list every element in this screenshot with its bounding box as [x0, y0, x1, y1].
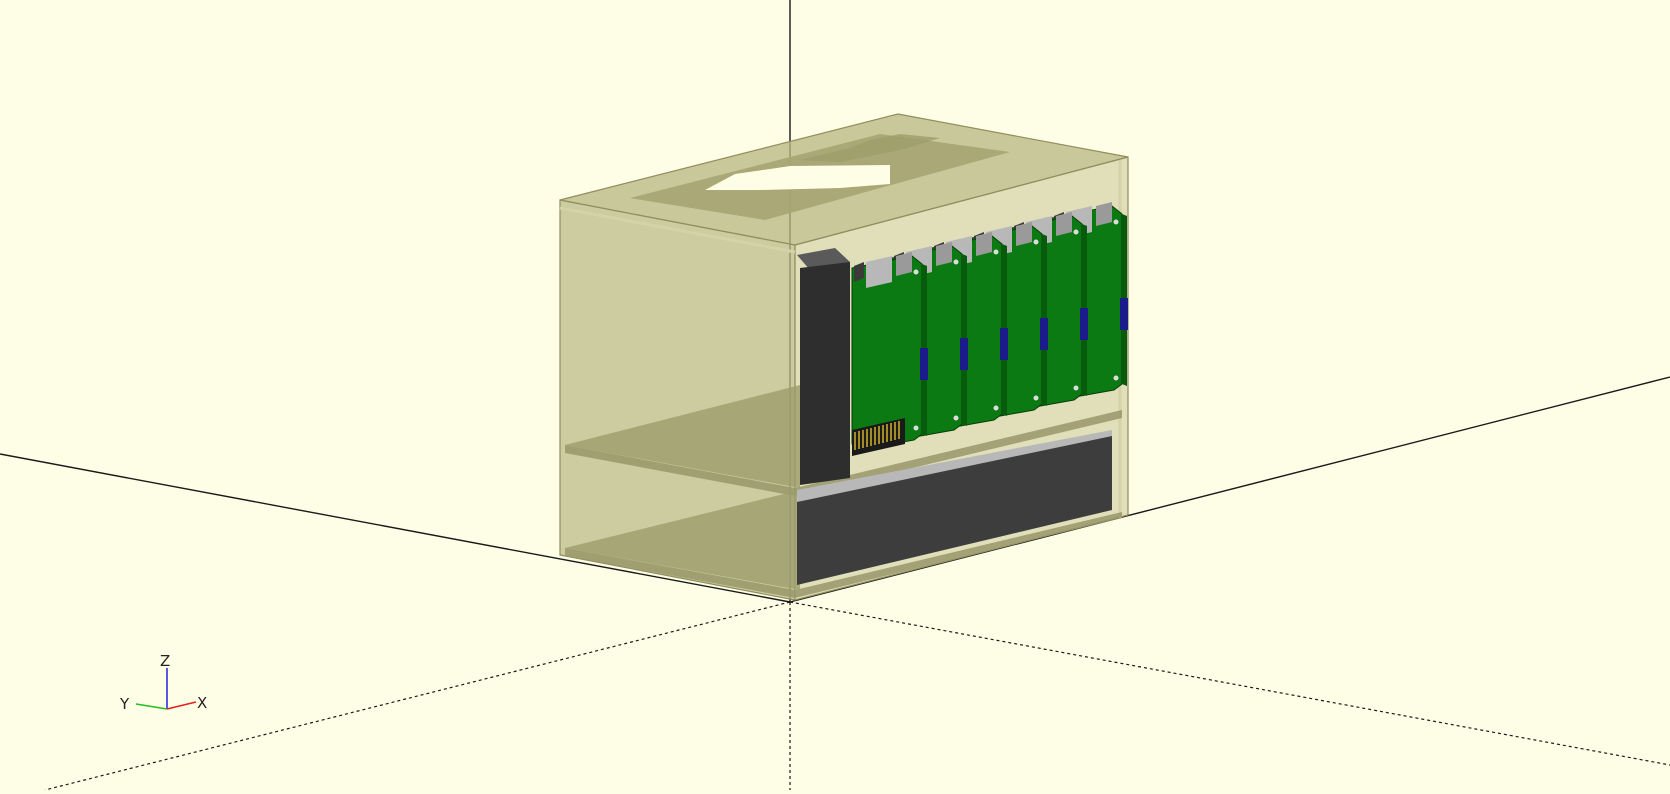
indicator-z-label: Z	[160, 652, 170, 670]
mounting-hole	[1073, 385, 1079, 391]
sd-card	[1000, 328, 1008, 360]
circuit-board-1[interactable]	[851, 252, 928, 451]
ethernet-connector	[1016, 222, 1032, 246]
3d-viewport[interactable]: Z X Y	[0, 0, 1670, 791]
y-axis-negative	[789, 601, 1670, 766]
sd-card	[1080, 308, 1088, 340]
mounting-hole	[1113, 375, 1119, 381]
mounting-hole	[953, 415, 959, 421]
sd-card	[960, 338, 968, 370]
indicator-x-line	[166, 701, 197, 710]
mounting-hole	[913, 425, 919, 431]
ethernet-connector	[936, 242, 952, 266]
indicator-y-line	[135, 703, 168, 710]
ethernet-connector	[1056, 212, 1072, 236]
mounting-hole	[1073, 229, 1079, 235]
x-axis-negative	[44, 601, 791, 791]
mounting-hole	[1033, 395, 1039, 401]
model-assembly[interactable]	[559, 113, 1129, 601]
psu-front	[800, 262, 850, 485]
sd-card	[920, 348, 928, 380]
mounting-hole	[953, 259, 959, 265]
indicator-x-label: X	[197, 694, 207, 712]
mounting-hole	[1113, 219, 1119, 225]
indicator-y-label: Y	[119, 695, 130, 713]
sd-card	[1120, 298, 1128, 330]
ethernet-connector	[976, 232, 992, 256]
mounting-hole	[993, 249, 999, 255]
mounting-hole	[913, 269, 919, 275]
mounting-hole	[993, 405, 999, 411]
ethernet-connector	[896, 252, 912, 276]
axes-indicator: Z X Y	[119, 652, 207, 713]
sd-card	[1040, 318, 1048, 350]
power-supply-block[interactable]	[797, 248, 850, 485]
mounting-hole	[1033, 239, 1039, 245]
ethernet-connector	[1096, 202, 1112, 226]
board-pcb	[851, 255, 923, 451]
